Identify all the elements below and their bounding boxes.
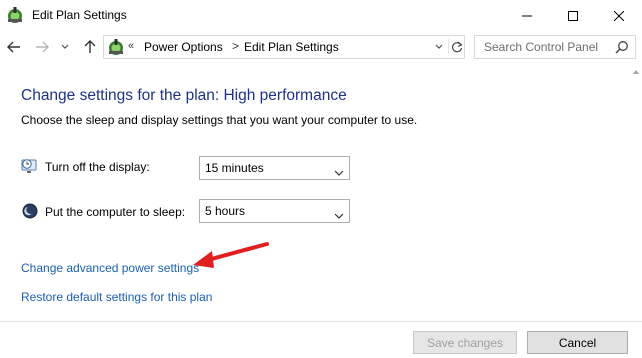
navigation-bar: « Power Options > Edit Plan Settings Sea… (0, 31, 642, 63)
cancel-button[interactable]: Cancel (527, 331, 628, 354)
sleep-timeout-label: Put the computer to sleep: (45, 205, 186, 219)
address-bar[interactable]: « Power Options > Edit Plan Settings (103, 35, 465, 59)
footer-divider (0, 321, 642, 322)
breadcrumb-edit-plan-settings[interactable]: Edit Plan Settings (244, 40, 339, 54)
scroll-up-icon[interactable] (633, 70, 639, 74)
chevron-down-icon[interactable] (58, 37, 72, 57)
breadcrumb-power-options[interactable]: Power Options (144, 40, 223, 54)
chevron-down-icon (334, 165, 344, 179)
address-dropdown-icon[interactable] (432, 39, 446, 55)
restore-defaults-link[interactable]: Restore default settings for this plan (21, 290, 212, 304)
forward-arrow-icon[interactable] (32, 37, 52, 57)
sleep-moon-icon (21, 202, 39, 220)
chevron-down-icon (334, 208, 344, 222)
page-title: Change settings for the plan: High perfo… (21, 87, 347, 104)
display-timeout-label: Turn off the display: (45, 160, 150, 174)
search-icon[interactable] (615, 40, 629, 54)
breadcrumb-separator[interactable]: > (232, 39, 239, 53)
sleep-timeout-select[interactable]: 5 hours (199, 199, 350, 223)
minimize-button[interactable] (504, 0, 550, 31)
advanced-power-settings-link[interactable]: Change advanced power settings (21, 261, 199, 275)
red-arrow-annotation (193, 242, 269, 268)
power-options-icon (6, 6, 24, 24)
display-timeout-value: 15 minutes (205, 161, 264, 175)
page-subtitle: Choose the sleep and display settings th… (21, 113, 418, 127)
close-button[interactable] (596, 0, 642, 31)
back-arrow-icon[interactable] (4, 37, 24, 57)
window-title: Edit Plan Settings (32, 8, 127, 22)
maximize-button[interactable] (550, 0, 596, 31)
save-changes-button[interactable]: Save changes (413, 331, 517, 354)
display-timeout-select[interactable]: 15 minutes (199, 156, 350, 180)
refresh-icon[interactable] (448, 39, 464, 55)
search-input[interactable]: Search Control Panel (474, 35, 636, 59)
search-placeholder: Search Control Panel (484, 40, 599, 54)
up-arrow-icon[interactable] (80, 37, 100, 57)
control-panel-icon (107, 38, 125, 56)
sleep-timeout-value: 5 hours (205, 204, 246, 218)
title-bar: Edit Plan Settings (0, 0, 642, 31)
display-clock-icon (21, 157, 39, 175)
address-overflow[interactable]: « (128, 40, 134, 52)
